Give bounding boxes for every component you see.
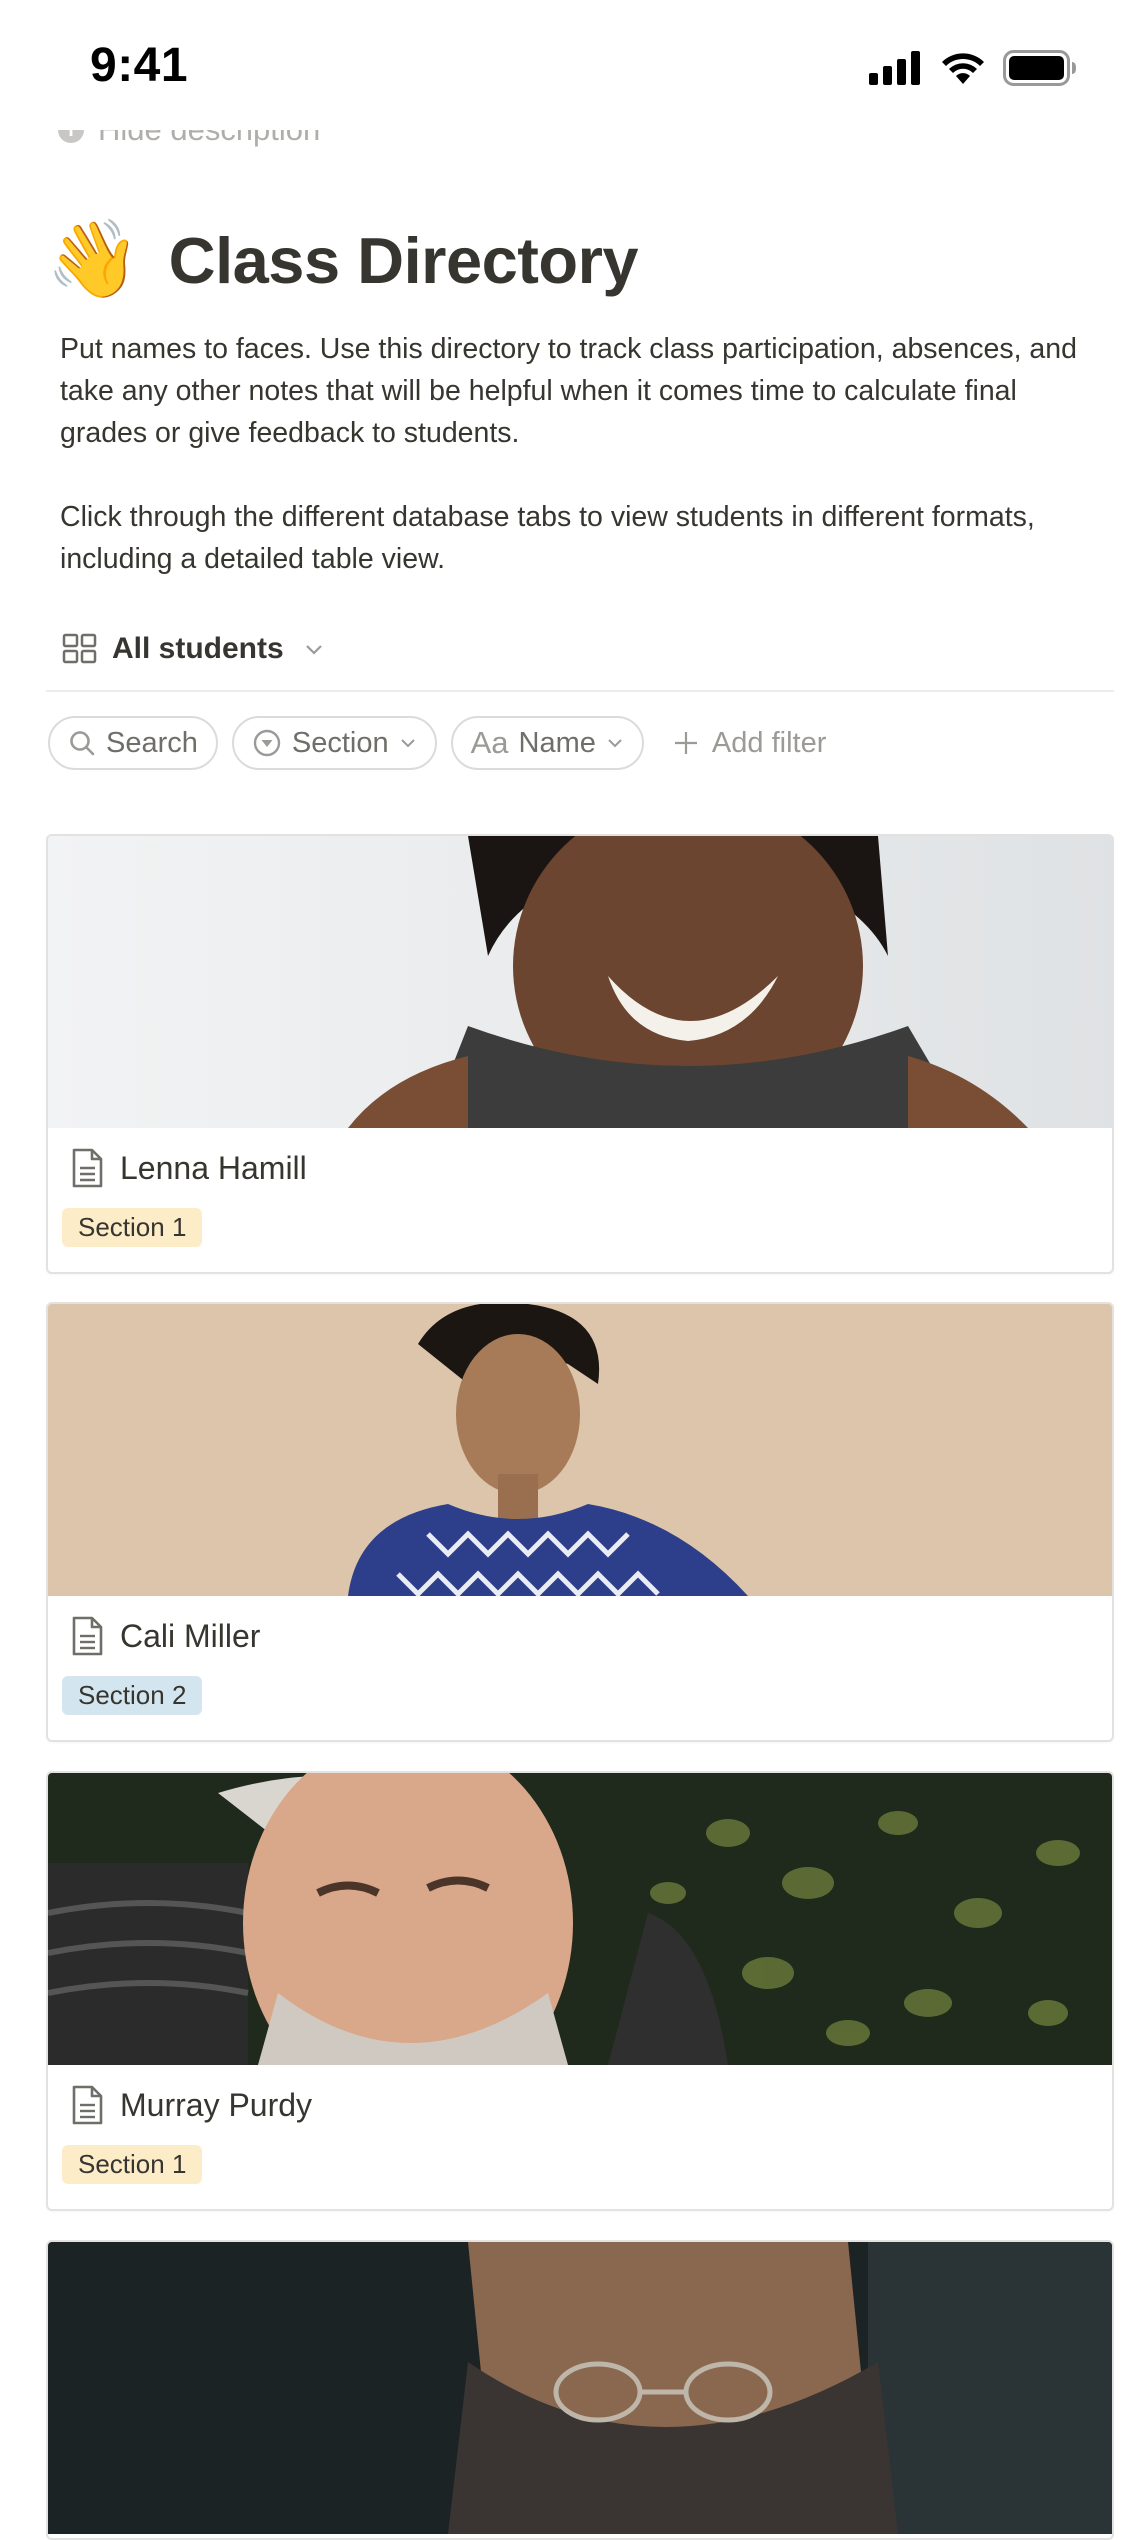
gallery-card[interactable]: Cali Miller Section 2 <box>46 1302 1114 1742</box>
card-cover-image <box>48 2242 1112 2534</box>
section-tag: Section 1 <box>62 2145 203 2184</box>
card-title-row: Cali Miller <box>70 1616 260 1656</box>
card-name: Murray Purdy <box>120 2086 313 2123</box>
cellular-signal-icon <box>869 51 920 85</box>
card-name: Cali Miller <box>120 1617 261 1654</box>
card-title-row: Murray Purdy <box>70 2085 312 2125</box>
page-icon <box>72 1148 103 1188</box>
status-time: 9:41 <box>90 39 189 92</box>
page-description-paragraph-2: Click through the different database tab… <box>60 501 1035 575</box>
card-cover-image <box>48 1304 1112 1596</box>
chevron-down-icon <box>305 645 322 655</box>
gallery-card[interactable]: Lenna Hamill Section 1 <box>46 834 1114 1274</box>
card-cover-image <box>48 836 1112 1128</box>
gallery-icon <box>62 633 97 664</box>
view-label: All students <box>112 632 284 665</box>
select-property-icon <box>253 729 281 757</box>
section-filter-chip[interactable]: Section <box>231 716 437 770</box>
view-divider <box>46 690 1114 692</box>
name-filter-chip[interactable]: Aa Name <box>450 716 644 770</box>
page-description-paragraph-1: Put names to faces. Use this directory t… <box>60 333 1077 449</box>
status-bar: 9:41 <box>0 0 1125 130</box>
card-title-row: Lenna Hamill <box>70 1148 307 1188</box>
section-filter-label: Section <box>291 726 389 759</box>
waving-hand-icon[interactable]: 👋 <box>46 222 141 298</box>
gallery-card[interactable]: Murray Purdy Section 1 <box>46 1771 1114 2211</box>
view-selector[interactable]: All students <box>62 632 324 666</box>
plus-icon <box>674 732 697 754</box>
chevron-down-icon <box>608 739 622 748</box>
wifi-icon <box>942 53 984 84</box>
card-name: Lenna Hamill <box>120 1149 307 1186</box>
chevron-down-icon <box>400 739 415 748</box>
section-tag: Section 1 <box>62 1208 203 1247</box>
battery-icon <box>1003 50 1076 86</box>
add-filter-label: Add filter <box>711 726 827 759</box>
gallery-card[interactable] <box>46 2240 1114 2540</box>
page-title: Class Directory <box>168 223 639 297</box>
page-icon <box>72 1616 103 1656</box>
search-icon <box>70 731 95 756</box>
filter-bar: Search Section Aa Name Add filter <box>48 716 826 770</box>
section-tag: Section 2 <box>62 1676 203 1715</box>
name-filter-label: Name <box>518 726 596 759</box>
status-icons <box>869 50 1077 86</box>
search-filter-chip[interactable]: Search <box>48 716 218 770</box>
search-filter-label: Search <box>106 726 198 759</box>
add-filter-button[interactable]: Add filter <box>658 727 826 760</box>
card-cover-image <box>48 1773 1112 2065</box>
text-property-icon: Aa <box>470 725 509 760</box>
page-icon <box>72 2085 103 2125</box>
page-title-row: 👋 Class Directory <box>46 222 639 298</box>
